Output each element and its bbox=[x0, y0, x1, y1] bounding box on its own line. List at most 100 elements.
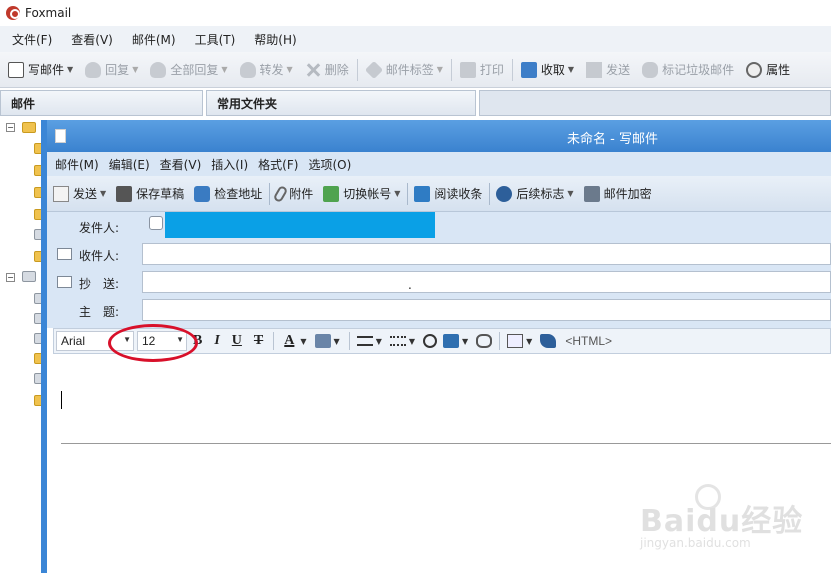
address-book-icon[interactable] bbox=[57, 276, 72, 288]
toolbar-separator bbox=[269, 182, 271, 205]
compose-send-button[interactable]: 发送 ▼ bbox=[53, 185, 106, 202]
inbox-icon bbox=[520, 61, 537, 78]
annotation-circle bbox=[108, 324, 198, 362]
menu-tools[interactable]: 工具(T) bbox=[195, 31, 236, 48]
document-icon bbox=[55, 129, 66, 143]
switch-account-icon bbox=[323, 185, 340, 202]
toolbar-separator bbox=[407, 182, 409, 205]
forward-button[interactable]: 转发 ▼ bbox=[239, 61, 293, 78]
chevron-down-icon[interactable]: ▼ bbox=[462, 337, 468, 346]
cc-value: . bbox=[408, 278, 412, 292]
compose-menu-view[interactable]: 查看(V) bbox=[160, 156, 202, 173]
strikethrough-button[interactable]: T bbox=[254, 333, 263, 349]
flag-icon bbox=[496, 185, 513, 202]
subject-row: 主 题: bbox=[47, 296, 831, 324]
foxmail-logo-icon bbox=[6, 6, 20, 20]
cc-input[interactable]: . bbox=[142, 271, 831, 293]
paperclip-icon bbox=[272, 184, 289, 203]
toolbar-separator bbox=[489, 182, 491, 205]
chevron-down-icon: ▼ bbox=[394, 189, 401, 198]
compose-menu-mail[interactable]: 邮件(M) bbox=[55, 156, 99, 173]
chevron-down-icon[interactable]: ▼ bbox=[376, 337, 382, 346]
reply-all-button[interactable]: 全部回复 ▼ bbox=[150, 61, 228, 78]
address-book-icon[interactable] bbox=[57, 248, 72, 260]
menu-file[interactable]: 文件(F) bbox=[12, 31, 52, 48]
template-icon[interactable] bbox=[507, 334, 524, 348]
highlight-color-icon[interactable] bbox=[314, 334, 331, 348]
check-address-button[interactable]: 检查地址 bbox=[194, 185, 262, 202]
main-menubar: 文件(F) 查看(V) 邮件(M) 工具(T) 帮助(H) bbox=[0, 26, 831, 52]
subject-input[interactable] bbox=[142, 299, 831, 321]
gear-icon bbox=[746, 61, 763, 78]
receive-button[interactable]: 收取 ▼ bbox=[520, 61, 574, 78]
html-mode-toggle[interactable]: <HTML> bbox=[565, 334, 612, 348]
text-caret bbox=[61, 391, 62, 409]
list-icon[interactable] bbox=[389, 336, 406, 346]
format-separator bbox=[499, 332, 501, 350]
toolbar-separator bbox=[511, 58, 513, 81]
print-button[interactable]: 打印 bbox=[459, 61, 504, 78]
compose-header-fields: 发件人: 收件人: 抄 送: . 主 题: bbox=[47, 212, 831, 328]
format-separator bbox=[273, 332, 275, 350]
underline-button[interactable]: U bbox=[232, 333, 242, 349]
reply-button[interactable]: 回复 ▼ bbox=[85, 61, 138, 78]
properties-button[interactable]: 属性 bbox=[746, 61, 790, 78]
chevron-down-icon: ▼ bbox=[132, 65, 139, 74]
mail-tag-button[interactable]: 邮件标签 ▼ bbox=[364, 60, 443, 79]
menu-help[interactable]: 帮助(H) bbox=[254, 31, 296, 48]
align-icon[interactable] bbox=[356, 336, 373, 346]
follow-up-button[interactable]: 后续标志 ▼ bbox=[496, 185, 574, 202]
panel-header-common-folders: 常用文件夹 bbox=[206, 90, 476, 116]
toolbar-separator bbox=[356, 58, 358, 81]
app-titlebar: Foxmail bbox=[0, 0, 831, 26]
chevron-down-icon: ▼ bbox=[221, 65, 228, 74]
send-icon bbox=[586, 61, 603, 78]
attach-button[interactable]: 附件 bbox=[272, 184, 313, 203]
chevron-down-icon[interactable]: ▼ bbox=[300, 337, 306, 346]
cc-row: 抄 送: . bbox=[47, 268, 831, 296]
emoji-icon[interactable] bbox=[423, 334, 438, 348]
tree-collapse-icon[interactable]: − bbox=[6, 273, 15, 282]
compose-menubar: 邮件(M) 编辑(E) 查看(V) 插入(I) 格式(F) 选项(O) bbox=[47, 152, 831, 176]
to-input[interactable] bbox=[142, 243, 831, 265]
font-color-button[interactable]: A bbox=[284, 333, 294, 349]
scissors-icon[interactable] bbox=[476, 334, 493, 348]
send-button[interactable]: 发送 bbox=[586, 61, 630, 78]
from-account-selector[interactable] bbox=[165, 212, 435, 238]
to-row: 收件人: bbox=[47, 240, 831, 268]
cc-label: 抄 送: bbox=[79, 277, 120, 291]
printer-icon bbox=[459, 61, 476, 78]
panel-header-empty bbox=[479, 90, 831, 116]
subject-label: 主 题: bbox=[79, 305, 120, 319]
compose-menu-options[interactable]: 选项(O) bbox=[308, 156, 351, 173]
account-icon[interactable] bbox=[22, 271, 36, 282]
compose-menu-insert[interactable]: 插入(I) bbox=[211, 156, 248, 173]
folder-icon[interactable] bbox=[22, 122, 36, 133]
save-icon bbox=[116, 185, 133, 202]
save-draft-button[interactable]: 保存草稿 bbox=[116, 185, 184, 202]
mark-spam-button[interactable]: 标记垃圾邮件 bbox=[642, 61, 734, 78]
chevron-down-icon: ▼ bbox=[286, 65, 293, 74]
menu-mail[interactable]: 邮件(M) bbox=[132, 31, 176, 48]
compose-title: 未命名 - 写邮件 bbox=[567, 132, 658, 147]
menu-view[interactable]: 查看(V) bbox=[71, 31, 113, 48]
check-address-icon bbox=[194, 185, 211, 202]
compose-menu-format[interactable]: 格式(F) bbox=[258, 156, 298, 173]
chevron-down-icon[interactable]: ▼ bbox=[409, 337, 415, 346]
read-receipt-button[interactable]: 阅读收条 bbox=[414, 185, 482, 202]
encrypt-button[interactable]: 邮件加密 bbox=[583, 185, 652, 202]
from-label: 发件人: bbox=[79, 221, 120, 235]
chevron-down-icon[interactable]: ▼ bbox=[334, 337, 340, 346]
tree-collapse-icon[interactable]: − bbox=[6, 123, 15, 132]
tag-icon bbox=[364, 60, 383, 79]
write-mail-button[interactable]: 写邮件 ▼ bbox=[8, 61, 73, 78]
brush-icon[interactable] bbox=[540, 334, 557, 348]
compose-titlebar: 未命名 - 写邮件 bbox=[47, 120, 831, 152]
watermark: Baidu经验 jingyan.baidu.com bbox=[640, 484, 825, 560]
compose-menu-edit[interactable]: 编辑(E) bbox=[109, 156, 150, 173]
delete-button[interactable]: 删除 bbox=[305, 61, 349, 78]
switch-account-button[interactable]: 切换帐号 ▼ bbox=[323, 185, 400, 202]
image-icon[interactable] bbox=[443, 334, 460, 348]
chevron-down-icon[interactable]: ▼ bbox=[526, 337, 532, 346]
italic-button[interactable]: I bbox=[214, 333, 219, 349]
